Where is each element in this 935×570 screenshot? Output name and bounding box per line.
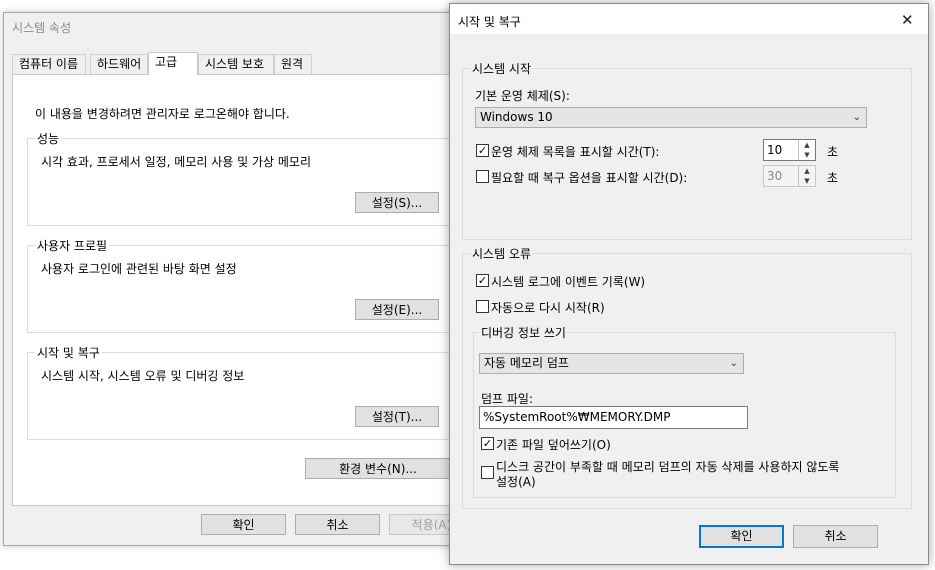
startup-recovery-settings-button[interactable]: 설정(T)... [355, 406, 439, 427]
tab-hardware[interactable]: 하드웨어 [90, 54, 148, 74]
arrow-up-icon[interactable]: ▲ [799, 140, 815, 150]
dump-file-input[interactable]: %SystemRoot%₩MEMORY.DMP [479, 406, 748, 429]
disable-auto-delete-label-line1: 디스크 공간이 부족할 때 메모리 덤프의 자동 삭제를 사용하지 않도록 [496, 460, 840, 474]
close-icon[interactable]: ✕ [901, 11, 914, 29]
recovery-seconds-unit: 초 [827, 171, 839, 185]
dump-file-label: 덤프 파일: [481, 392, 534, 406]
user-profiles-desc: 사용자 로그인에 관련된 바탕 화면 설정 [41, 262, 237, 276]
recovery-options-label: 필요할 때 복구 옵션을 표시할 시간(D): [491, 171, 688, 185]
system-startup-label: 시스템 시작 [470, 60, 534, 77]
disable-auto-delete-label-line2: 설정(A) [496, 475, 536, 489]
auto-restart-checkbox[interactable] [476, 300, 489, 313]
recovery-time-value: 30 [767, 169, 783, 183]
overwrite-checkbox[interactable]: ✓ [481, 437, 494, 450]
arrow-down-icon[interactable]: ▼ [799, 176, 815, 186]
os-list-checkbox[interactable]: ✓ [476, 144, 489, 157]
startup-recovery-label: 시작 및 복구 [35, 344, 102, 361]
disable-auto-delete-checkbox[interactable] [481, 466, 494, 479]
arrow-up-icon[interactable]: ▲ [799, 166, 815, 176]
window-title: 시스템 속성 [12, 21, 72, 35]
performance-label: 성능 [35, 130, 62, 147]
admin-notice: 이 내용을 변경하려면 관리자로 로그온해야 합니다. [35, 107, 290, 121]
overwrite-label: 기존 파일 덮어쓰기(O) [496, 438, 611, 452]
os-list-label: 운영 체제 목록을 표시할 시간(T): [491, 145, 660, 159]
default-os-value: Windows 10 [480, 110, 553, 124]
user-profiles-label: 사용자 프로필 [35, 237, 110, 254]
tab-advanced[interactable]: 고급 [148, 52, 198, 75]
write-event-label: 시스템 로그에 이벤트 기록(W) [491, 275, 646, 289]
performance-settings-button[interactable]: 설정(S)... [355, 192, 439, 213]
startup-recovery-dialog: 시작 및 복구 ✕ 시스템 시작 기본 운영 체제(S): Windows 10… [449, 3, 929, 565]
chevron-down-icon: ⌄ [729, 358, 738, 369]
default-os-label: 기본 운영 체제(S): [475, 89, 570, 103]
recovery-time-stepper[interactable]: 30 ▲ ▼ [763, 165, 816, 187]
system-properties-window: 시스템 속성 컴퓨터 이름 하드웨어 고급 시스템 보호 원격 이 내용을 변경… [3, 12, 474, 546]
chevron-down-icon: ⌄ [852, 112, 861, 123]
startup-recovery-desc: 시스템 시작, 시스템 오류 및 디버깅 정보 [41, 369, 245, 383]
tab-remote[interactable]: 원격 [274, 54, 312, 74]
arrow-down-icon[interactable]: ▼ [799, 150, 815, 160]
sysprops-cancel-button[interactable]: 취소 [295, 514, 380, 535]
dump-type-value: 자동 메모리 덤프 [484, 356, 569, 370]
sysprops-ok-button[interactable]: 확인 [201, 514, 286, 535]
dump-type-select[interactable]: 자동 메모리 덤프 ⌄ [479, 353, 744, 374]
os-list-time-stepper[interactable]: 10 ▲ ▼ [763, 139, 816, 161]
tab-system-protection[interactable]: 시스템 보호 [198, 54, 274, 74]
os-list-seconds-unit: 초 [827, 145, 839, 159]
recovery-options-checkbox[interactable] [476, 170, 489, 183]
system-failure-label: 시스템 오류 [470, 245, 534, 262]
dialog-titlebar: 시작 및 복구 ✕ [450, 4, 928, 34]
advanced-tab-page: 이 내용을 변경하려면 관리자로 로그온해야 합니다. 성능 시각 효과, 프로… [12, 74, 469, 506]
debug-info-label: 디버깅 정보 쓰기 [479, 324, 568, 341]
auto-restart-label: 자동으로 다시 시작(R) [491, 301, 605, 315]
default-os-select[interactable]: Windows 10 ⌄ [475, 107, 867, 128]
dialog-title: 시작 및 복구 [458, 15, 521, 29]
dialog-cancel-button[interactable]: 취소 [793, 525, 878, 548]
environment-variables-button[interactable]: 환경 변수(N)... [305, 458, 451, 479]
stepper-arrows[interactable]: ▲ ▼ [798, 140, 815, 160]
performance-desc: 시각 효과, 프로세서 일정, 메모리 사용 및 가상 메모리 [41, 155, 311, 169]
tab-computer-name[interactable]: 컴퓨터 이름 [12, 54, 86, 74]
os-list-time-value: 10 [767, 143, 783, 157]
dialog-ok-button[interactable]: 확인 [699, 525, 784, 548]
user-profiles-settings-button[interactable]: 설정(E)... [355, 299, 439, 320]
stepper-arrows[interactable]: ▲ ▼ [798, 166, 815, 186]
write-event-checkbox[interactable]: ✓ [476, 274, 489, 287]
